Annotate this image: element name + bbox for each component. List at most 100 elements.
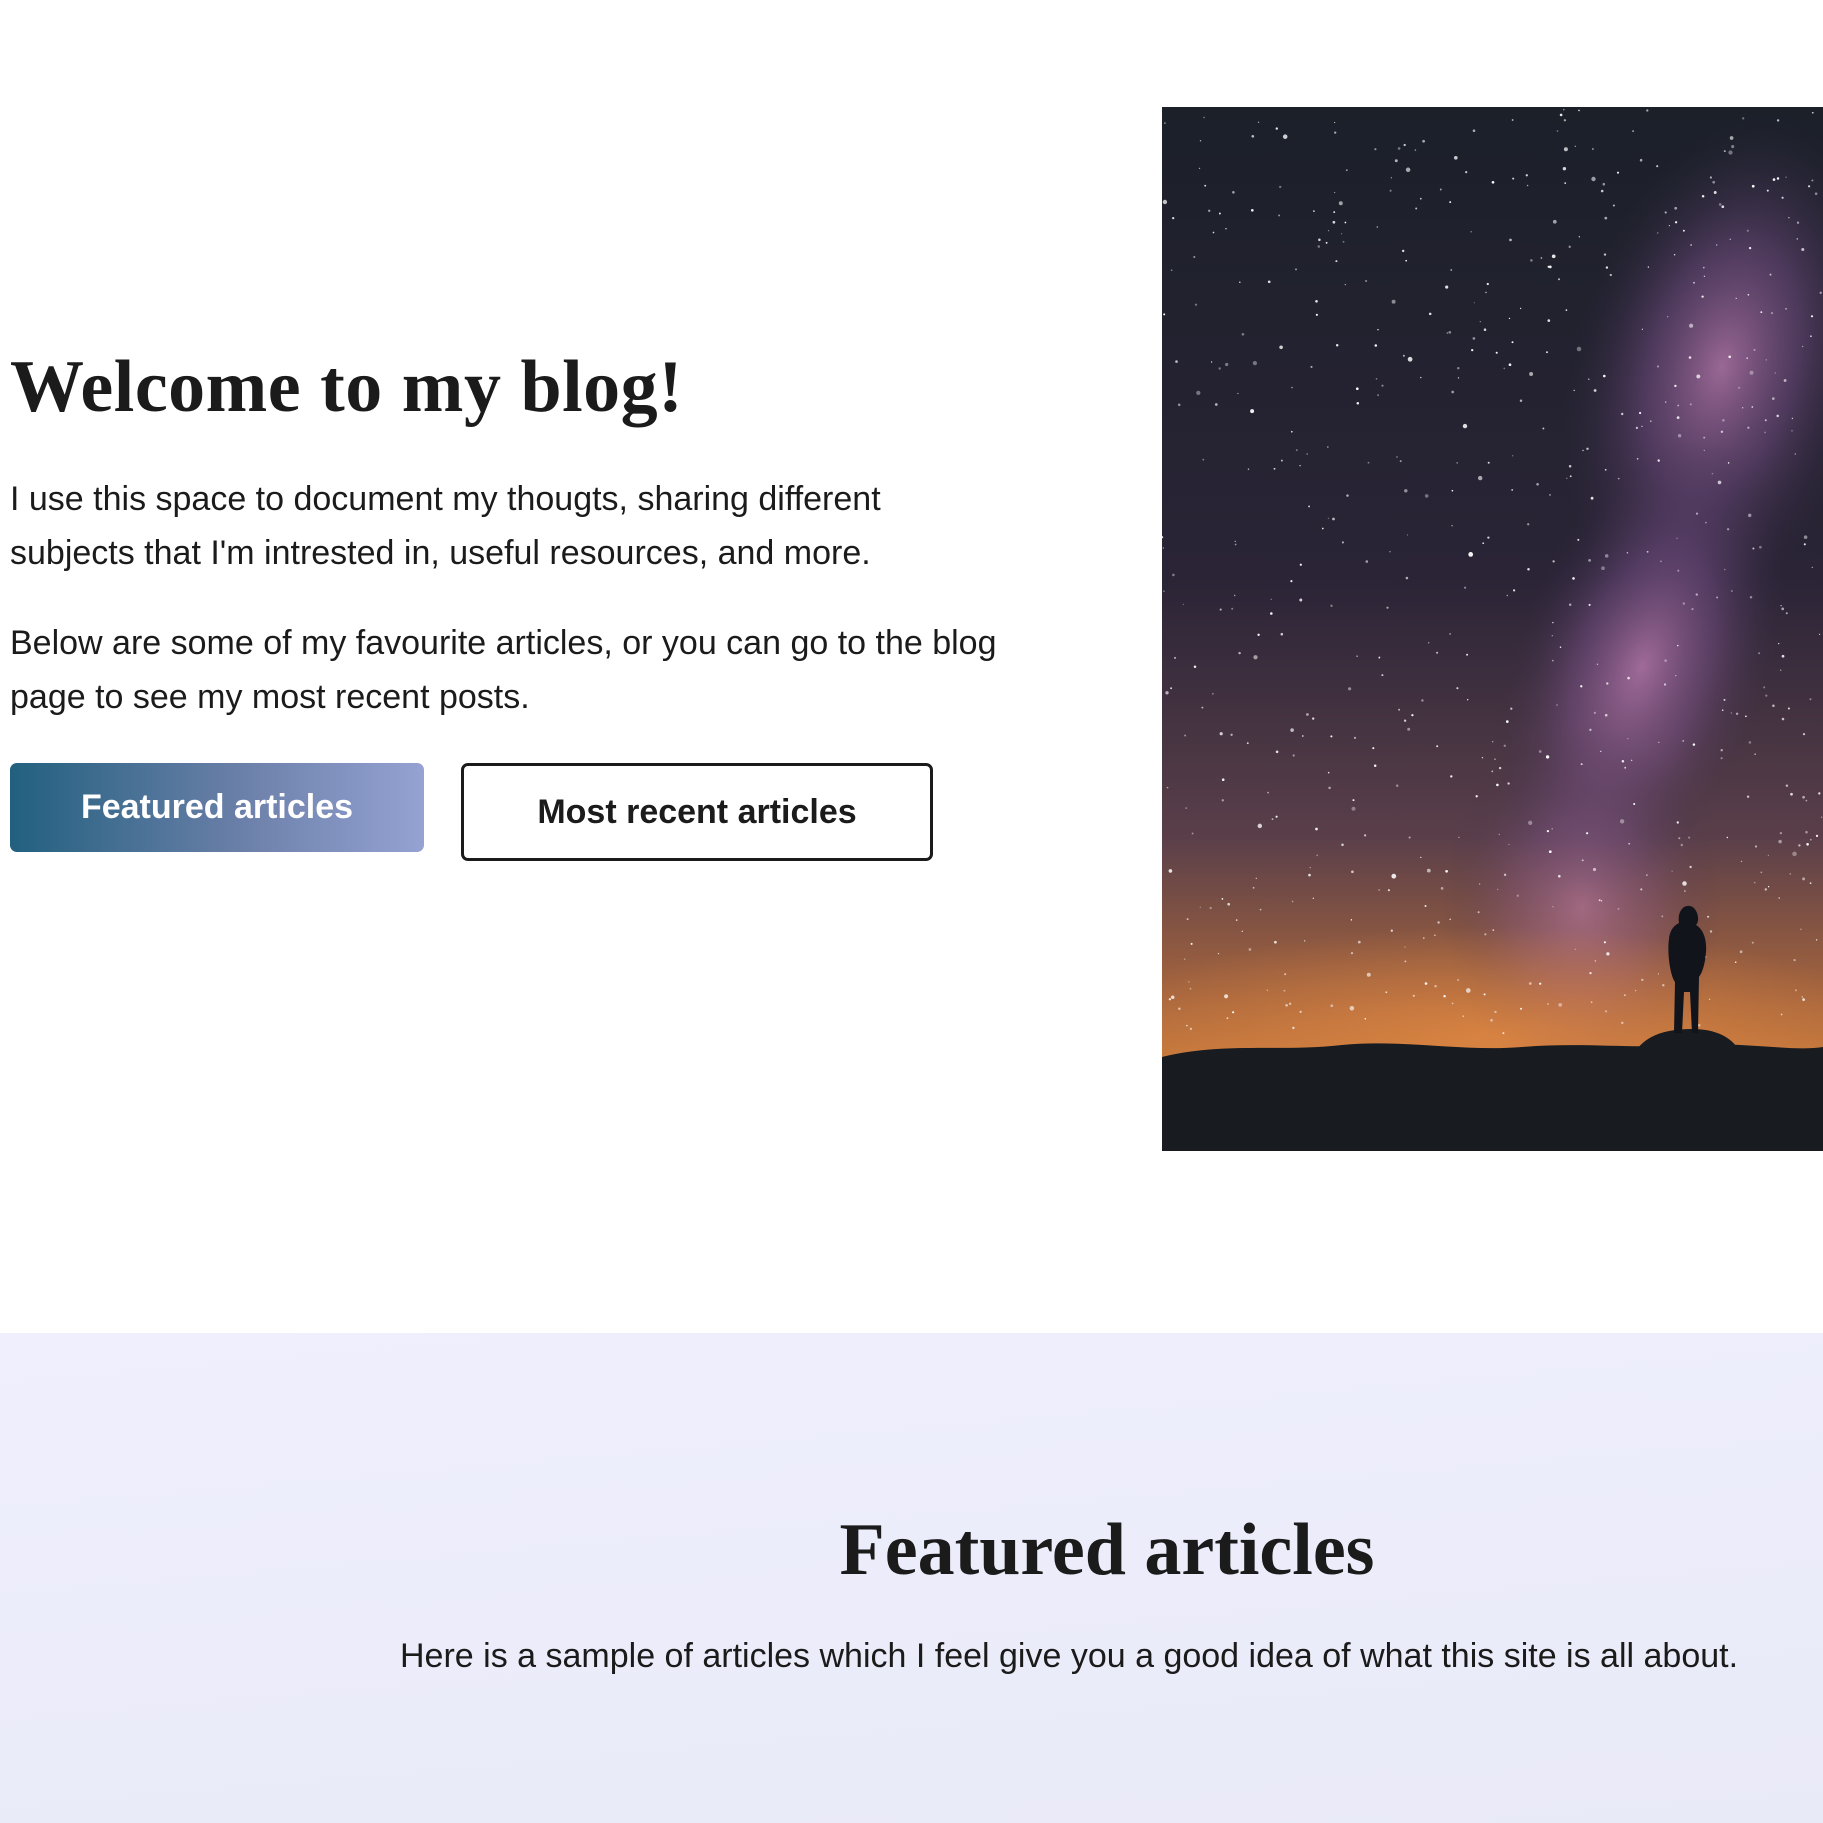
star-dot	[1468, 552, 1474, 557]
star-dot	[1352, 799, 1355, 802]
star-dot	[1546, 351, 1548, 354]
most-recent-articles-button[interactable]: Most recent articles	[461, 763, 933, 861]
star-dot	[1778, 642, 1780, 645]
star-dot	[1525, 174, 1528, 177]
star-dot	[1727, 462, 1730, 464]
star-dot	[1701, 194, 1705, 198]
star-dot	[1746, 229, 1749, 232]
star-dot	[1627, 676, 1630, 680]
star-dot	[1321, 527, 1324, 530]
star-dot	[1219, 732, 1223, 736]
star-dot	[1711, 472, 1714, 475]
star-dot	[1802, 998, 1805, 1001]
star-dot	[1574, 145, 1576, 147]
star-dot	[1251, 209, 1254, 212]
star-dot	[1443, 995, 1446, 998]
star-dot	[1184, 734, 1187, 737]
star-dot	[1284, 973, 1287, 976]
star-dot	[1746, 795, 1750, 798]
star-dot	[1808, 185, 1811, 188]
star-dot	[1740, 860, 1743, 863]
star-dot	[1178, 1007, 1181, 1011]
star-dot	[1785, 784, 1789, 787]
star-dot	[1330, 604, 1333, 607]
star-dot	[1234, 543, 1237, 546]
star-dot	[1661, 915, 1664, 918]
star-dot	[1753, 881, 1756, 884]
star-dot	[1201, 706, 1204, 709]
star-dot	[1391, 299, 1396, 304]
star-dot	[1162, 547, 1164, 549]
star-dot	[1726, 528, 1730, 531]
star-dot	[1556, 704, 1558, 706]
star-dot	[1348, 687, 1352, 691]
star-dot	[1436, 745, 1439, 748]
star-dot	[1688, 356, 1692, 359]
star-dot	[1581, 859, 1584, 862]
star-dot	[1558, 278, 1560, 281]
star-dot	[1503, 873, 1507, 877]
star-dot	[1491, 180, 1495, 184]
star-dot	[1820, 816, 1823, 818]
star-dot	[1730, 712, 1733, 714]
star-dot	[1290, 430, 1293, 433]
featured-articles-button[interactable]: Featured articles	[10, 763, 424, 852]
star-dot	[1306, 453, 1309, 455]
star-dot	[1802, 345, 1804, 348]
star-dot	[1304, 940, 1306, 942]
star-dot	[1301, 735, 1304, 737]
star-dot	[1545, 755, 1550, 759]
star-dot	[1210, 361, 1213, 363]
star-dot	[1805, 830, 1808, 834]
star-dot	[1729, 238, 1731, 240]
star-dot	[1680, 843, 1684, 847]
star-dot	[1391, 873, 1397, 879]
star-dot	[1641, 978, 1644, 982]
star-dot	[1617, 477, 1620, 480]
star-dot	[1492, 929, 1495, 931]
star-dot	[1549, 494, 1551, 496]
star-dot	[1190, 942, 1193, 945]
star-dot	[1818, 633, 1821, 636]
star-dot	[1299, 1010, 1302, 1013]
star-dot	[1507, 782, 1510, 785]
star-dot	[1407, 727, 1411, 731]
star-dot	[1267, 791, 1269, 794]
star-dot	[1772, 704, 1775, 707]
star-dot	[1802, 795, 1805, 799]
star-dot	[1718, 203, 1722, 206]
star-dot	[1539, 982, 1542, 985]
star-dot	[1475, 795, 1478, 798]
star-dot	[1674, 384, 1677, 388]
star-dot	[1589, 971, 1592, 975]
star-dot	[1526, 184, 1529, 187]
star-dot	[1752, 547, 1755, 550]
star-dot	[1609, 273, 1612, 277]
star-dot	[1163, 313, 1166, 316]
star-dot	[1508, 843, 1510, 846]
star-dot	[1722, 419, 1725, 422]
star-dot	[1530, 259, 1533, 262]
star-dot	[1676, 416, 1680, 419]
star-dot	[1546, 829, 1550, 833]
star-dot	[1766, 189, 1769, 192]
star-dot	[1278, 214, 1281, 217]
star-dot	[1684, 890, 1686, 892]
star-dot	[1508, 363, 1512, 367]
star-dot	[1519, 307, 1522, 310]
star-dot	[1548, 850, 1552, 854]
star-dot	[1506, 720, 1509, 723]
star-dot	[1677, 434, 1682, 438]
star-dot	[1365, 560, 1369, 563]
star-dot	[1692, 743, 1696, 746]
star-dot	[1487, 461, 1490, 464]
star-dot	[1374, 344, 1378, 347]
star-dot	[1600, 900, 1603, 902]
star-dot	[1316, 854, 1319, 857]
star-dot	[1350, 951, 1354, 955]
star-dot	[1389, 551, 1391, 553]
star-dot	[1516, 894, 1519, 897]
star-dot	[1278, 185, 1282, 189]
star-dot	[1566, 477, 1568, 479]
star-dot	[1753, 348, 1756, 351]
